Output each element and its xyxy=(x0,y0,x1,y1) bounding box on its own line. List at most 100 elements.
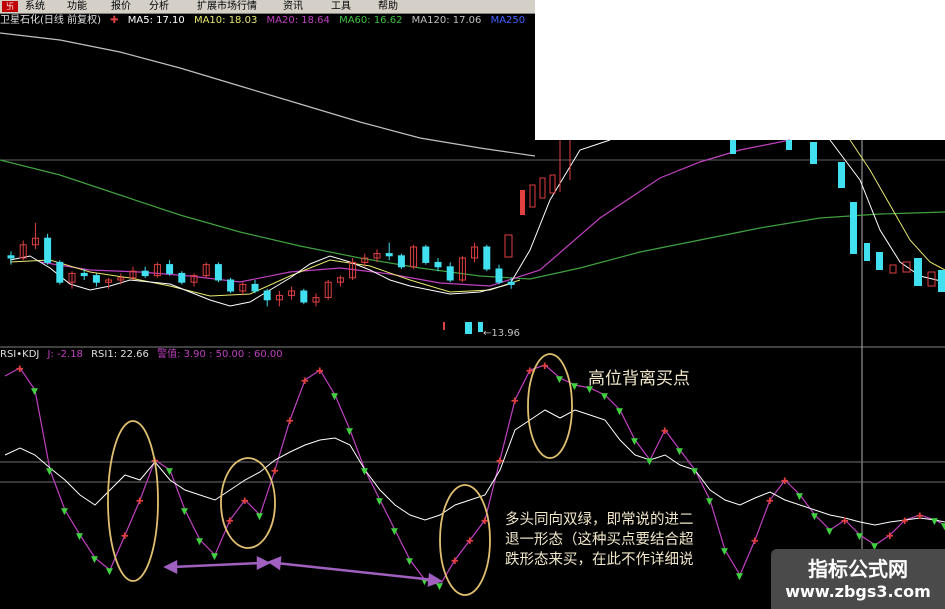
j-value: J: -2.18 xyxy=(47,349,83,360)
kdj-down-marker: ▼ xyxy=(196,537,203,547)
kdj-down-marker: ▼ xyxy=(796,492,803,502)
candle-down xyxy=(838,162,845,188)
kdj-up-marker: ✚ xyxy=(136,497,144,507)
kdj-down-marker: ▼ xyxy=(181,507,188,517)
candle-down xyxy=(914,258,922,286)
kdj-up-marker: ✚ xyxy=(271,467,279,477)
candle-up xyxy=(529,184,536,208)
candle-down xyxy=(385,253,393,257)
kdj-up-marker: ✚ xyxy=(781,477,789,487)
candle-down xyxy=(434,261,442,268)
kdj-down-marker: ▼ xyxy=(676,447,683,457)
kdj-down-marker: ▼ xyxy=(46,467,53,477)
candle-down xyxy=(141,270,149,277)
warning-values: 警值: 3.90 : 50.00 : 60.00 xyxy=(157,349,283,360)
kdj-down-marker: ▼ xyxy=(691,467,698,477)
candle-down xyxy=(495,268,503,283)
kdj-down-marker: ▼ xyxy=(256,512,263,522)
kdj-down-marker: ▼ xyxy=(941,522,945,532)
candlestick-group xyxy=(7,222,515,307)
kdj-down-marker: ▼ xyxy=(931,517,938,527)
kdj-up-marker: ✚ xyxy=(661,427,669,437)
kdj-up-marker: ✚ xyxy=(916,512,924,522)
kdj-down-marker: ▼ xyxy=(391,527,398,537)
kdj-down-marker: ▼ xyxy=(736,572,743,582)
kdj-down-marker: ▼ xyxy=(556,375,563,385)
kdj-up-marker: ✚ xyxy=(541,362,549,372)
candle-down xyxy=(227,279,235,292)
candle-down xyxy=(864,243,870,261)
candle-down xyxy=(730,140,736,154)
candle-down xyxy=(166,264,174,274)
candle-down xyxy=(80,272,88,277)
kdj-down-marker: ▼ xyxy=(166,467,173,477)
kdj-down-marker: ▼ xyxy=(571,382,578,392)
candle-up xyxy=(549,174,556,194)
annotation-explanation: 多头同向双绿，即常说的进二退一形态（这种买点要结合超跌形态来买，在此不作详细说 xyxy=(505,512,694,568)
candle-down xyxy=(44,237,52,263)
kdj-up-marker: ✚ xyxy=(241,497,249,507)
blank-region xyxy=(535,0,945,140)
kdj-down-marker: ▼ xyxy=(361,467,368,477)
candle-down xyxy=(263,290,271,301)
kdj-down-marker: ▼ xyxy=(616,407,623,417)
candle-down xyxy=(810,142,817,164)
candle-down xyxy=(446,266,454,281)
kdj-down-marker: ▼ xyxy=(811,512,818,522)
candle-down xyxy=(850,202,857,254)
candle-down xyxy=(214,264,222,281)
ma5-line-right xyxy=(829,139,945,283)
kdj-down-marker: ▼ xyxy=(31,387,38,397)
candle-down xyxy=(92,275,100,283)
kdj-up-marker: ✚ xyxy=(226,517,234,527)
kdj-down-marker: ▼ xyxy=(211,552,218,562)
candle-up xyxy=(504,234,513,258)
stock-chart[interactable]: ✚ ▼ ▼ ▼ ▼ ▼ ▼ ✚ ✚ ✚ ▼ ▼ ▼ ▼ ✚ ✚ ▼ ✚ ✚ ✚ ✚ ▼ ▼ ▼ ▼ ▼ ▼ ▼ ▼ ✚ ✚ ✚ ✚ ✚ ✚ ✚ ▼ ▼ ▼ ▼… xyxy=(0,0,945,609)
candle-up xyxy=(539,177,546,199)
candle-down xyxy=(483,246,491,270)
kdj-up-marker: ✚ xyxy=(301,377,309,387)
watermark-url: www.zbgs3.com xyxy=(785,582,931,601)
candle-down xyxy=(300,290,308,303)
candle-down xyxy=(507,281,515,285)
kdj-down-marker: ▼ xyxy=(376,497,383,507)
kdj-down-marker: ▼ xyxy=(76,532,83,542)
indicator-panel-header: RSI•KDJ J: -2.18 RSI1: 22.66 警值: 3.90 : … xyxy=(0,348,288,361)
candle-down xyxy=(422,246,430,263)
kdj-down-marker: ▼ xyxy=(331,392,338,402)
candle-down xyxy=(938,270,945,292)
kdj-up-marker: ✚ xyxy=(466,537,474,547)
kdj-up-marker: ✚ xyxy=(511,397,519,407)
candle-down xyxy=(786,140,792,150)
kdj-up-marker: ✚ xyxy=(316,367,324,377)
kdj-up-marker: ✚ xyxy=(286,417,294,427)
kdj-up-marker: ✚ xyxy=(886,532,894,542)
kdj-down-marker: ▼ xyxy=(826,527,833,537)
kdj-down-marker: ▼ xyxy=(91,555,98,565)
kdj-up-marker: ✚ xyxy=(121,532,129,542)
candle-down xyxy=(7,255,15,259)
candle-down xyxy=(251,283,259,292)
kdj-up-marker: ✚ xyxy=(496,457,504,467)
candle-down xyxy=(465,322,472,334)
candle-up xyxy=(889,264,897,274)
kdj-down-marker: ▼ xyxy=(406,557,413,567)
indicator-title[interactable]: RSI•KDJ xyxy=(0,349,39,360)
kdj-down-marker: ▼ xyxy=(706,497,713,507)
kdj-up-marker: ✚ xyxy=(16,365,24,375)
candle-down xyxy=(397,255,405,268)
annotation-divergence: 高位背离买点 xyxy=(588,369,690,389)
ma60-line xyxy=(0,159,945,280)
rsi1-value: RSI1: 22.66 xyxy=(91,349,149,360)
candle-up xyxy=(443,322,445,330)
kdj-up-marker: ✚ xyxy=(451,557,459,567)
candle-up xyxy=(520,190,525,215)
ma5-line xyxy=(9,139,611,307)
candle-down xyxy=(178,272,186,283)
highlight-ellipse xyxy=(107,420,159,582)
kdj-up-marker: ✚ xyxy=(901,517,909,527)
low-price-label: ←13.96 xyxy=(483,328,521,339)
kdj-up-marker: ✚ xyxy=(766,497,774,507)
kdj-down-marker: ▼ xyxy=(436,582,443,592)
double-arrow xyxy=(267,556,443,587)
